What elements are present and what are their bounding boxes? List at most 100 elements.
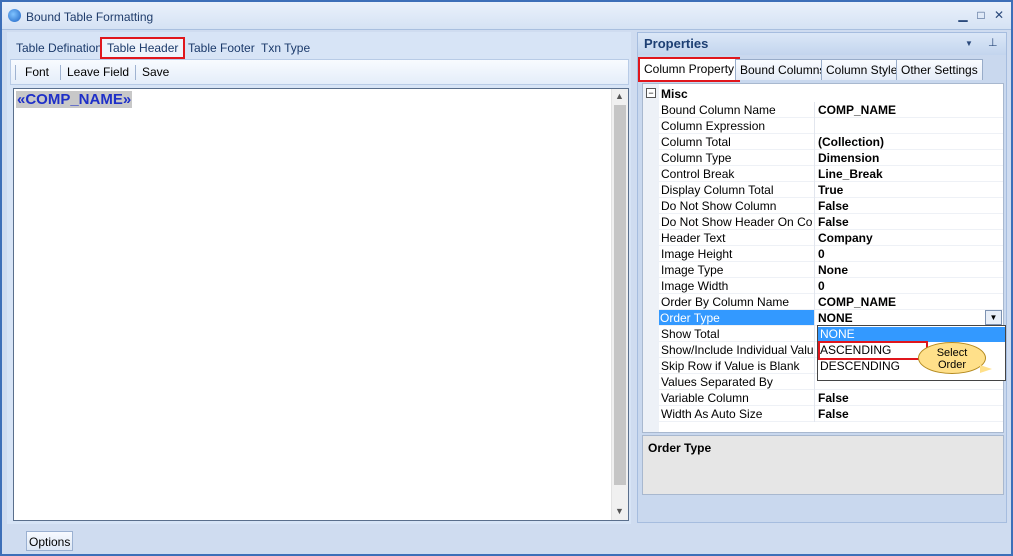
font-button[interactable]: Font	[25, 65, 49, 79]
leave-field-button[interactable]: Leave Field	[67, 65, 129, 79]
property-value[interactable]: (Collection)	[818, 135, 884, 149]
column-divider	[814, 310, 815, 326]
pin-icon[interactable]: ⊥	[988, 36, 998, 49]
description-title: Order Type	[648, 441, 712, 455]
property-value[interactable]: COMP_NAME	[818, 103, 896, 117]
tab-column-style[interactable]: Column Style	[821, 59, 903, 80]
property-name: Column Type	[661, 151, 732, 165]
property-row[interactable]: Column Type Dimension	[659, 150, 1003, 166]
header-editor[interactable]: «COMP_NAME» ▲ ▼	[13, 88, 629, 521]
panel-menu-icon[interactable]: ▼	[965, 39, 973, 48]
property-row[interactable]: Width As Auto Size False	[659, 406, 1003, 422]
column-divider	[814, 102, 815, 118]
property-row[interactable]: Display Column Total True	[659, 182, 1003, 198]
section-tabs: Table Defination Table Header Table Foot…	[7, 36, 627, 59]
property-value[interactable]: 0	[818, 247, 825, 261]
column-divider	[814, 134, 815, 150]
property-row[interactable]: Image Type None	[659, 262, 1003, 278]
callout-tail	[980, 365, 992, 373]
app-window: Bound Table Formatting ▁ □ ✕ Table Defin…	[0, 0, 1013, 556]
description-pane: Order Type	[642, 435, 1004, 495]
property-row[interactable]: Do Not Show Column False	[659, 198, 1003, 214]
dropdown-arrow-icon[interactable]: ▼	[985, 310, 1002, 325]
grid-gutter	[643, 84, 659, 432]
category-misc[interactable]: − Misc	[643, 86, 1003, 102]
property-name: Show/Include Individual Values	[661, 343, 813, 357]
property-value[interactable]: 0	[818, 279, 825, 293]
column-divider	[814, 278, 815, 294]
select-order-callout: Select Order	[918, 342, 986, 374]
column-divider	[814, 374, 815, 390]
property-row[interactable]: Bound Column Name COMP_NAME	[659, 102, 1003, 118]
property-name: Column Total	[661, 135, 731, 149]
property-row[interactable]: Column Total (Collection)	[659, 134, 1003, 150]
column-divider	[814, 342, 815, 358]
property-row[interactable]: Image Width 0	[659, 278, 1003, 294]
property-name: Column Expression	[661, 119, 766, 133]
tab-table-header[interactable]: Table Header	[100, 37, 186, 59]
tab-bound-columns[interactable]: Bound Columns	[735, 59, 831, 80]
properties-header: Properties ▼ ⊥	[638, 33, 1006, 55]
property-value[interactable]: False	[818, 407, 849, 421]
property-name: Image Type	[661, 263, 724, 277]
property-row[interactable]: Image Height 0	[659, 246, 1003, 262]
property-value[interactable]: COMP_NAME	[818, 295, 896, 309]
tab-txn-type[interactable]: Txn Type	[256, 39, 315, 57]
property-value[interactable]: NONE	[818, 311, 853, 325]
property-name: Order Type	[659, 310, 814, 325]
column-divider	[814, 214, 815, 230]
toolbar-divider	[60, 65, 61, 80]
property-name: Do Not Show Column	[661, 199, 777, 213]
property-row[interactable]: Control Break Line_Break	[659, 166, 1003, 182]
field-token[interactable]: «COMP_NAME»	[16, 91, 133, 108]
property-name: Width As Auto Size	[661, 407, 763, 421]
tab-table-defination[interactable]: Table Defination	[11, 39, 107, 57]
property-value[interactable]: True	[818, 183, 843, 197]
title-bar: Bound Table Formatting ▁ □ ✕	[2, 2, 1011, 30]
property-row[interactable]: Column Expression	[659, 118, 1003, 134]
property-value[interactable]: False	[818, 215, 849, 229]
editor-scrollbar[interactable]: ▲ ▼	[611, 89, 628, 520]
tab-column-property[interactable]: Column Property	[638, 57, 741, 82]
window-title: Bound Table Formatting	[26, 10, 154, 24]
toolbar-grip	[15, 65, 16, 80]
property-row[interactable]: Variable Column False	[659, 390, 1003, 406]
property-row[interactable]: Header Text Company	[659, 230, 1003, 246]
collapse-icon[interactable]: −	[646, 88, 656, 98]
property-row[interactable]: Order By Column Name COMP_NAME	[659, 294, 1003, 310]
column-divider	[814, 262, 815, 278]
property-value[interactable]: False	[818, 199, 849, 213]
property-value[interactable]: False	[818, 391, 849, 405]
property-value[interactable]: None	[818, 263, 848, 277]
option-none[interactable]: NONE	[818, 327, 1005, 342]
category-name: Misc	[661, 87, 688, 101]
property-name: Order By Column Name	[661, 295, 790, 309]
save-button[interactable]: Save	[142, 65, 169, 79]
options-button[interactable]: Options	[26, 531, 74, 551]
tab-other-settings[interactable]: Other Settings	[896, 59, 983, 80]
column-divider	[814, 390, 815, 406]
column-divider	[814, 294, 815, 310]
property-name: Do Not Show Header On Control Break	[661, 215, 813, 229]
property-value[interactable]: Dimension	[818, 151, 879, 165]
property-name: Skip Row if Value is Blank	[661, 359, 800, 373]
property-tabs: Column Property Bound Columns Column Sty…	[638, 57, 1006, 82]
column-divider	[814, 358, 815, 374]
toolbar-divider	[135, 65, 136, 80]
property-row[interactable]: Order Type NONE ▼	[659, 310, 1003, 326]
column-divider	[814, 406, 815, 422]
column-divider	[814, 150, 815, 166]
property-value[interactable]: Company	[818, 231, 873, 245]
property-name: Header Text	[661, 231, 726, 245]
scroll-down-icon[interactable]: ▼	[615, 506, 624, 516]
maximize-button[interactable]: □	[974, 8, 988, 22]
tab-table-footer[interactable]: Table Footer	[183, 39, 260, 57]
property-row[interactable]: Do Not Show Header On Control Break False	[659, 214, 1003, 230]
property-grid: − Misc Bound Column Name COMP_NAME Column …	[642, 83, 1006, 433]
property-name: Variable Column	[661, 391, 749, 405]
close-button[interactable]: ✕	[992, 8, 1006, 22]
scroll-thumb[interactable]	[614, 105, 626, 485]
scroll-up-icon[interactable]: ▲	[615, 91, 624, 101]
property-value[interactable]: Line_Break	[818, 167, 883, 181]
minimize-button[interactable]: ▁	[956, 8, 970, 22]
